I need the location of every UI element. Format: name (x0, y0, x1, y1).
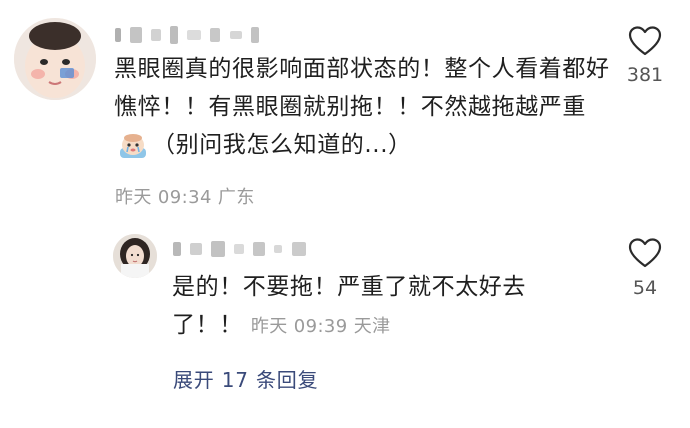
avatar[interactable] (14, 18, 96, 100)
comment-text: 是的！不要拖！严重了就不太好去了！！ 昨天 09:39 天津 (172, 268, 572, 346)
comment-time: 昨天 09:39 (250, 316, 348, 337)
girl-avatar-icon (113, 234, 157, 278)
comment-text-main: 黑眼圈真的很影响面部状态的！整个人看着都好憔悴！！有黑眼圈就别拖！！不然越拖越严… (114, 56, 610, 120)
comment-meta: 昨天 09:39 天津 (251, 316, 391, 337)
crying-baby-sticker-icon (116, 130, 150, 160)
like-button[interactable] (623, 238, 667, 272)
like-button[interactable] (623, 26, 667, 60)
expand-replies-link[interactable]: 展开 17 条回复 (173, 364, 318, 393)
heart-outline-icon (628, 238, 662, 268)
comment-location: 天津 (353, 316, 391, 337)
comment-text: 黑眼圈真的很影响面部状态的！整个人看着都好憔悴！！有黑眼圈就别拖！！不然越拖越严… (114, 50, 614, 164)
username-blurred[interactable] (115, 24, 263, 46)
comment-meta: 昨天 09:34 广东 (115, 183, 255, 209)
avatar[interactable] (113, 234, 157, 278)
username-blurred[interactable] (173, 238, 310, 260)
comment-location: 广东 (217, 187, 255, 208)
baby-avatar-icon (14, 18, 96, 100)
comment-time: 昨天 09:34 (115, 187, 212, 208)
comment-text-tail: （别问我怎么知道的...） (152, 132, 412, 158)
like-count: 381 (626, 64, 664, 86)
like-count: 54 (632, 277, 658, 299)
heart-outline-icon (628, 26, 662, 56)
